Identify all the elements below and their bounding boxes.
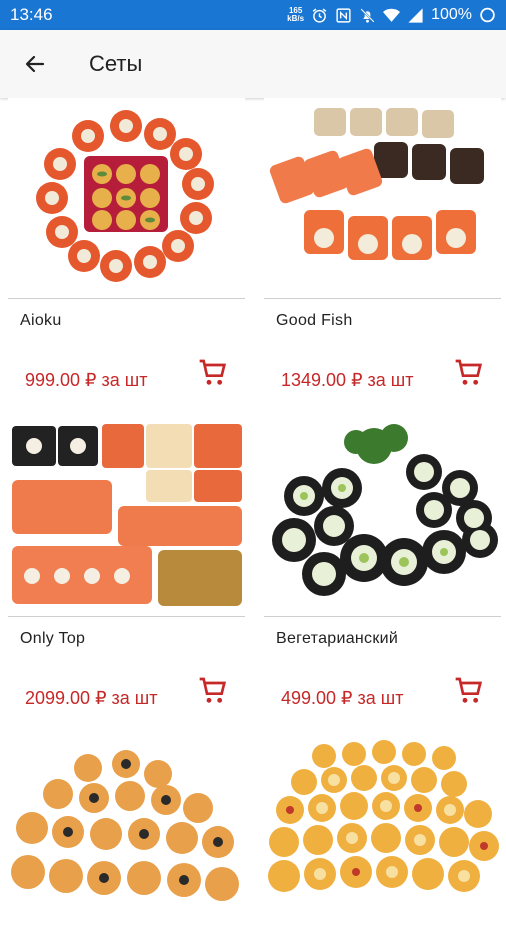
notifications-off-icon — [359, 7, 376, 24]
app-bar: Сеты — [0, 30, 506, 98]
product-name: Only Top — [20, 630, 86, 647]
product-card[interactable]: Aioku 999.00 ₽ за шт — [8, 98, 245, 390]
add-to-cart-button[interactable] — [452, 356, 486, 390]
product-name: Good Fish — [276, 312, 353, 329]
product-image — [264, 738, 501, 938]
product-price: 999.00 ₽ за шт — [25, 370, 148, 390]
network-speed: 165 kB/s — [287, 7, 304, 23]
status-icons: 165 kB/s 100% — [287, 6, 496, 24]
wifi-icon — [383, 7, 401, 24]
cart-icon — [455, 677, 483, 703]
status-time: 13:46 — [10, 5, 53, 24]
product-price: 2099.00 ₽ за шт — [25, 688, 158, 708]
product-image — [8, 98, 245, 298]
card-divider — [264, 616, 501, 617]
add-to-cart-button[interactable] — [196, 674, 230, 708]
back-button[interactable] — [15, 44, 55, 84]
add-to-cart-button[interactable] — [196, 356, 230, 390]
page-title: Сеты — [89, 51, 143, 76]
product-image — [264, 416, 501, 616]
product-image — [8, 738, 245, 938]
product-name: Вегетарианский — [276, 630, 399, 647]
card-divider — [8, 616, 245, 617]
cart-icon — [199, 677, 227, 703]
battery-icon — [479, 7, 496, 24]
product-name: Aioku — [20, 312, 62, 329]
nfc-icon — [335, 7, 352, 24]
battery-percent: 100% — [431, 6, 472, 23]
arrow-back-icon — [25, 55, 45, 73]
product-image — [8, 416, 245, 616]
product-price: 499.00 ₽ за шт — [281, 688, 404, 708]
cart-icon — [455, 359, 483, 385]
product-price: 1349.00 ₽ за шт — [281, 370, 414, 390]
cart-icon — [199, 359, 227, 385]
product-card[interactable]: Вегетарианский 499.00 ₽ за шт — [264, 416, 501, 708]
signal-icon — [407, 7, 424, 24]
network-speed-unit: kB/s — [287, 14, 305, 23]
product-card[interactable] — [264, 738, 501, 938]
add-to-cart-button[interactable] — [452, 674, 486, 708]
alarm-icon — [311, 7, 328, 24]
product-card[interactable]: Good Fish 1349.00 ₽ за шт — [264, 98, 501, 390]
card-divider — [8, 298, 245, 299]
status-bar: 13:46 165 kB/s 100% — [0, 0, 506, 30]
product-image — [264, 98, 501, 298]
product-card[interactable]: Only Top 2099.00 ₽ за шт — [8, 416, 245, 708]
card-divider — [264, 298, 501, 299]
product-card[interactable] — [8, 738, 245, 938]
